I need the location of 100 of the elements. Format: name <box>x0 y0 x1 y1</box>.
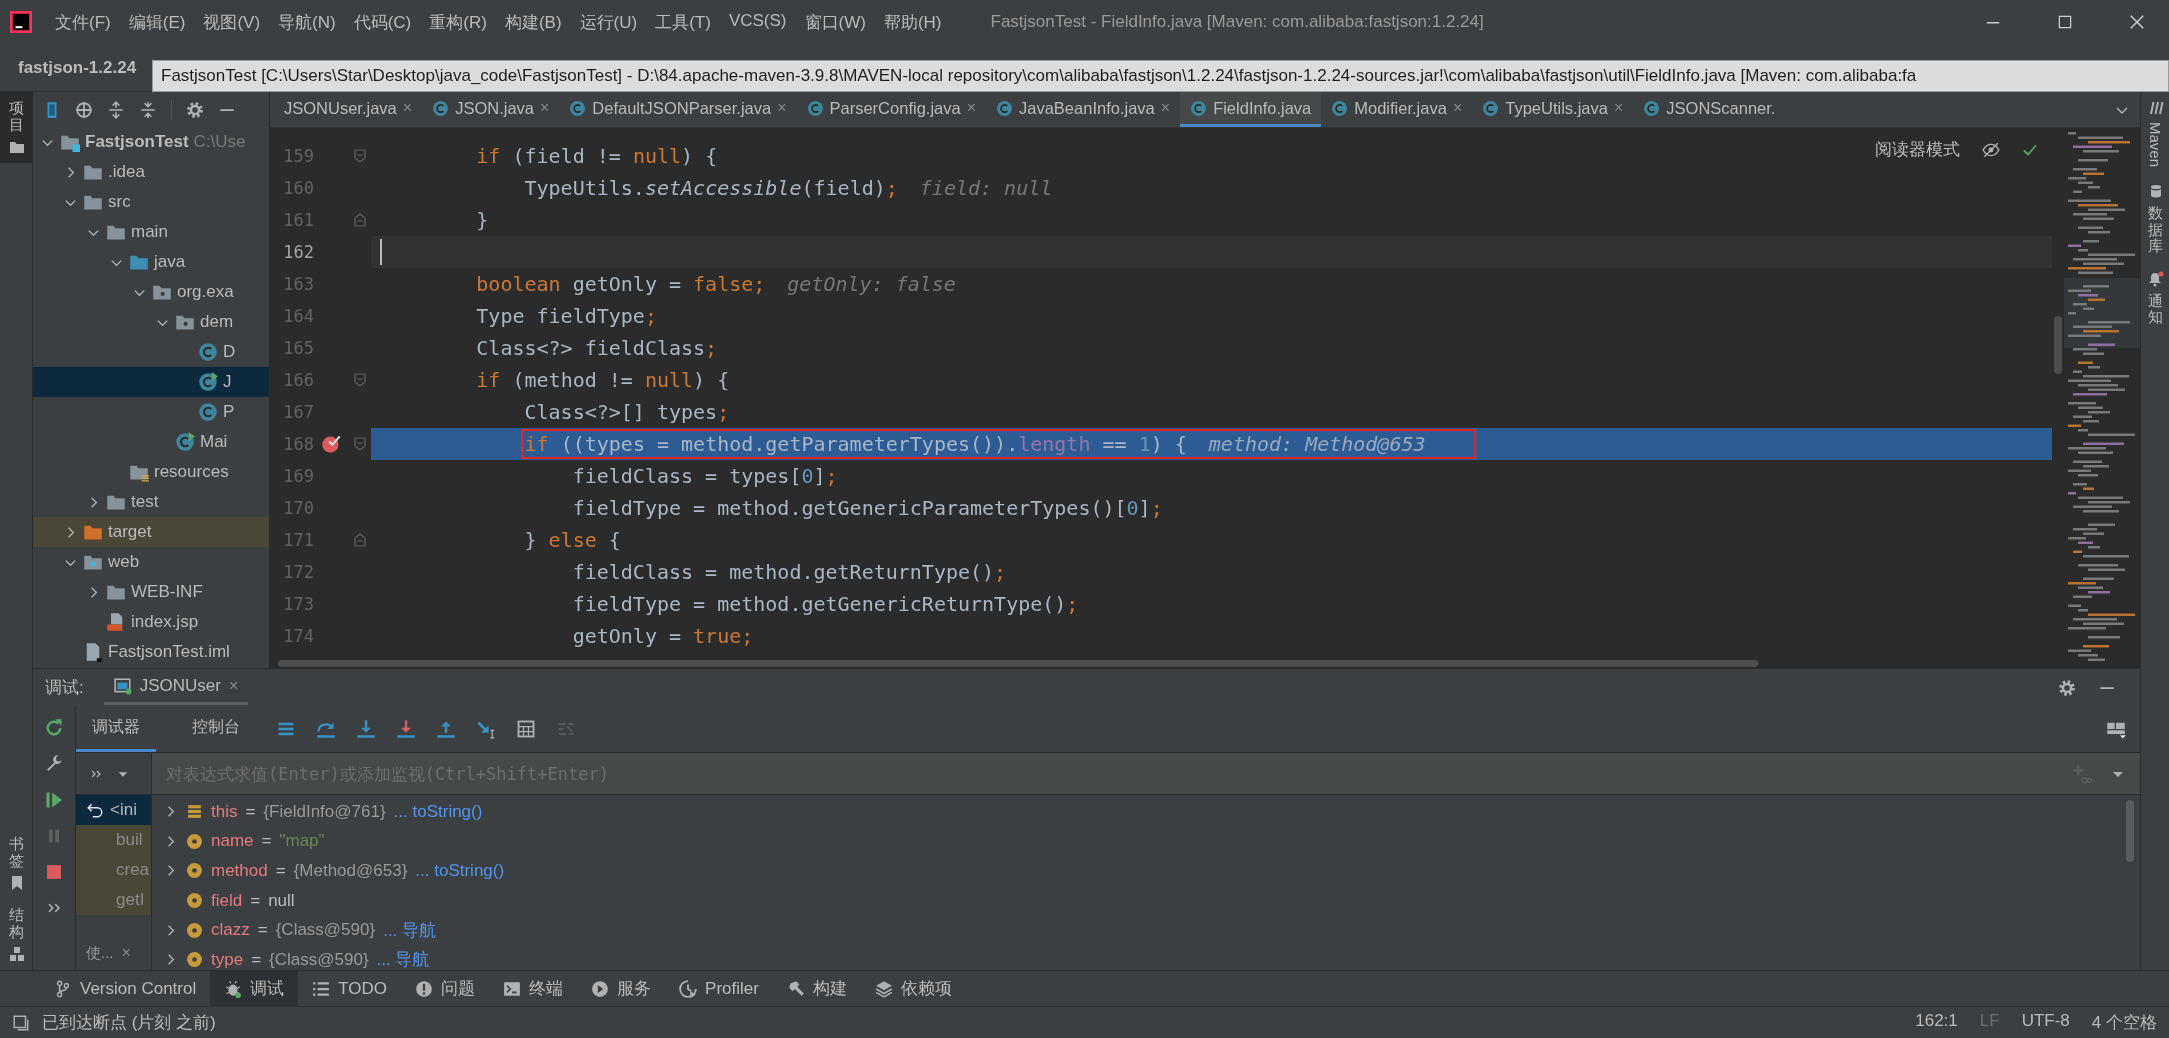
tool-window-button[interactable]: 构建 <box>772 970 861 1007</box>
editor-tab[interactable]: Modifier.java × <box>1321 92 1473 127</box>
calculator-icon[interactable] <box>516 719 536 739</box>
close-tab-button[interactable]: × <box>121 944 131 962</box>
editor-tab[interactable]: JSONUser.java × <box>274 92 423 127</box>
menu-item[interactable]: 代码(C) <box>344 10 421 34</box>
eye-off-icon[interactable] <box>1982 140 2000 159</box>
close-icon[interactable] <box>2127 12 2147 32</box>
status-item[interactable]: 162:1 <box>1915 1011 1958 1034</box>
tree-item[interactable]: D <box>33 337 269 367</box>
editor-tab[interactable]: ParserConfig.java × <box>796 92 986 127</box>
tool-window-button[interactable]: 问题 <box>401 970 490 1007</box>
tree-item[interactable]: dem <box>33 307 269 337</box>
project-name[interactable]: fastjson-1.2.24 <box>18 57 137 78</box>
close-tab-button[interactable]: × <box>777 99 787 117</box>
close-tab-button[interactable]: × <box>1452 99 1463 117</box>
tree-item[interactable]: java <box>33 247 269 277</box>
run-to-cursor-icon[interactable] <box>476 719 496 739</box>
editor-tab[interactable]: JSONScanner. <box>1633 92 1786 127</box>
frame-item[interactable]: <ini <box>76 795 151 825</box>
side-tab[interactable]: 书签 <box>0 828 33 899</box>
tree-item[interactable]: src <box>33 187 269 217</box>
tree-item[interactable]: .idea <box>33 157 269 187</box>
editor-tab[interactable]: JSON.java × <box>422 92 560 127</box>
reader-mode-link[interactable]: 阅读器模式 <box>1875 138 1960 161</box>
menu-item[interactable]: 导航(N) <box>269 10 345 34</box>
tree-item[interactable]: P <box>33 397 269 427</box>
step-out-icon[interactable] <box>436 719 456 739</box>
tree-item[interactable]: index.jsp <box>33 607 269 637</box>
menu-item[interactable]: VCS(S) <box>719 10 796 34</box>
close-tab-button[interactable]: × <box>966 99 976 117</box>
close-tab-button[interactable]: × <box>1613 99 1624 117</box>
link[interactable]: ... toString() <box>393 801 483 822</box>
collapse-all-icon[interactable] <box>139 100 157 119</box>
tree-item[interactable]: org.exa <box>33 277 269 307</box>
tree-item[interactable]: Mai <box>33 427 269 457</box>
link[interactable]: ... 导航 <box>383 918 437 942</box>
menu-item[interactable]: 构建(B) <box>495 10 571 34</box>
link[interactable]: ... toString() <box>415 861 505 881</box>
breakpoint-icon[interactable] <box>321 434 341 454</box>
close-tab-button[interactable]: × <box>1160 99 1171 117</box>
resume-icon[interactable] <box>44 790 64 810</box>
step-into-icon[interactable] <box>356 719 376 739</box>
tree-item[interactable]: web <box>33 547 269 577</box>
fold-marker-icon[interactable] <box>351 436 368 452</box>
editor-tab[interactable]: FieldInfo.java <box>1180 92 1322 127</box>
close-tab-button[interactable]: × <box>402 99 413 117</box>
side-tab[interactable]: 项目 <box>0 92 33 163</box>
tool-window-button[interactable]: 服务 <box>577 970 666 1007</box>
settings-icon[interactable] <box>2058 678 2076 697</box>
tree-item[interactable]: FastjsonTest.iml <box>33 637 269 667</box>
panel-tab[interactable]: 使... × <box>76 936 151 970</box>
settings-icon[interactable] <box>186 100 204 119</box>
editor-tab[interactable]: TypeUtils.java × <box>1472 92 1634 127</box>
side-tab[interactable]: 数据库 <box>2141 175 2169 263</box>
session-tab[interactable]: JSONUser × <box>103 670 249 705</box>
tool-window-button[interactable]: 依赖项 <box>860 970 966 1007</box>
menu-item[interactable]: 帮助(H) <box>874 10 951 34</box>
tool-window-button[interactable]: 终端 <box>489 970 578 1007</box>
editor-tab[interactable]: JavaBeanInfo.java × <box>986 92 1181 127</box>
tree-item[interactable]: WEB-INF <box>33 577 269 607</box>
tree-item[interactable]: main <box>33 217 269 247</box>
menu-item[interactable]: 窗口(W) <box>795 10 875 34</box>
frame-item[interactable]: buil <box>76 825 151 855</box>
wrench-icon[interactable] <box>44 754 64 774</box>
fold-marker-icon[interactable] <box>351 532 368 548</box>
tool-window-button[interactable]: TODO <box>298 970 402 1007</box>
expand-all-icon[interactable] <box>107 100 125 119</box>
tool-window-button[interactable]: Version Control <box>40 970 211 1007</box>
fold-marker-icon[interactable] <box>351 212 368 228</box>
panel-tab[interactable]: 控制台 <box>176 706 256 752</box>
menu-item[interactable]: 重构(R) <box>420 10 496 34</box>
tree-item[interactable]: test <box>33 487 269 517</box>
fold-marker-icon[interactable] <box>351 372 368 388</box>
close-tab-button[interactable]: × <box>228 677 239 695</box>
window-icon[interactable] <box>12 1013 30 1032</box>
tree-item[interactable]: target <box>33 517 269 547</box>
close-tab-button[interactable]: × <box>540 99 550 117</box>
menu-item[interactable]: 工具(T) <box>646 10 720 34</box>
panel-tab[interactable]: 调试器 <box>76 706 156 752</box>
scrollbar-thumb[interactable] <box>278 660 1758 667</box>
tree-item[interactable]: resources <box>33 457 269 487</box>
status-item[interactable]: UTF-8 <box>2021 1011 2070 1034</box>
scrollbar-thumb[interactable] <box>2054 316 2062 374</box>
link[interactable]: ... 导航 <box>376 948 430 972</box>
status-item[interactable]: 4 个空格 <box>2091 1011 2157 1034</box>
force-step-into-icon[interactable] <box>396 719 416 739</box>
side-tab[interactable]: 结构 <box>0 899 33 970</box>
rerun-icon[interactable] <box>44 718 64 738</box>
locate-icon[interactable] <box>75 100 93 119</box>
tree-item[interactable]: FastjsonTest C:\Use <box>33 127 269 157</box>
tree-item[interactable]: J <box>33 367 269 397</box>
menu-item[interactable]: 运行(U) <box>570 10 647 34</box>
editor-tab[interactable]: DefaultJSONParser.java × <box>559 92 797 127</box>
stop-icon[interactable] <box>44 862 64 882</box>
fold-marker-icon[interactable] <box>351 148 368 164</box>
menu-item[interactable]: 文件(F) <box>46 10 120 34</box>
menu-item[interactable]: 视图(V) <box>194 10 270 34</box>
scrollbar-thumb[interactable] <box>2126 800 2134 862</box>
tool-window-button[interactable]: 调试 <box>210 970 299 1007</box>
